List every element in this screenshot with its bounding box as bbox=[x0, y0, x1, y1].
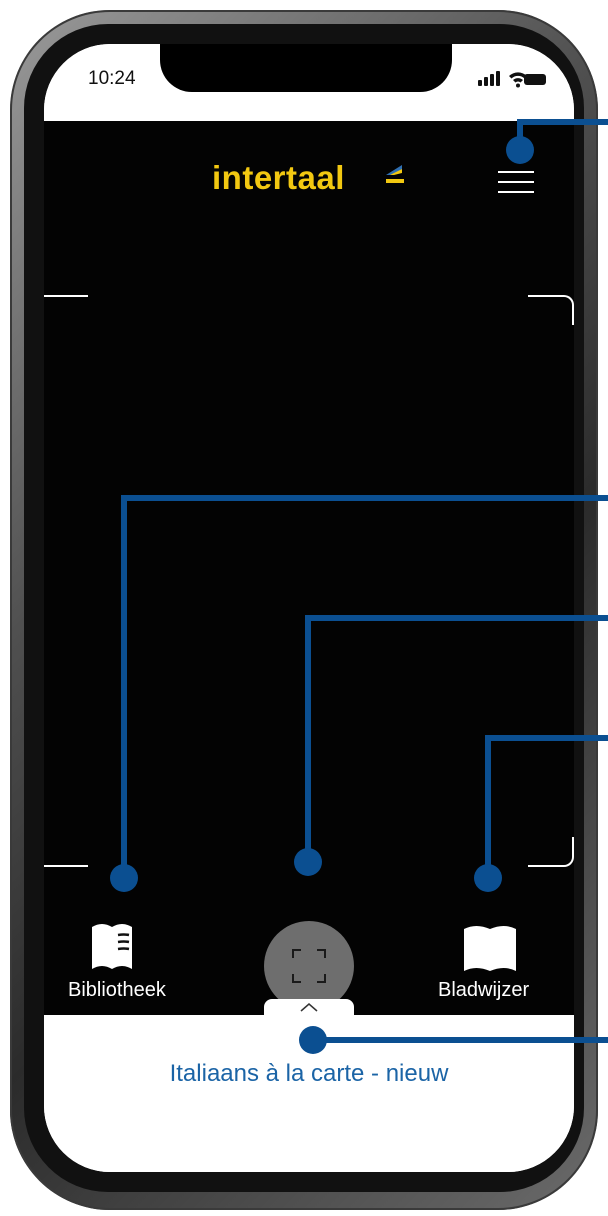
chevron-up-icon bbox=[300, 1003, 318, 1012]
bookmark-button[interactable]: Bladwijzer bbox=[432, 921, 562, 1011]
camera-viewfinder: intertaal Bibliotheek Bladwijzer bbox=[44, 121, 574, 1015]
phone-notch bbox=[160, 44, 452, 92]
status-time: 10:24 bbox=[88, 68, 136, 89]
battery-icon bbox=[524, 74, 546, 85]
scan-corner-top-right bbox=[528, 295, 574, 325]
logo-mark-icon bbox=[386, 165, 404, 183]
selected-book-title[interactable]: Italiaans à la carte - nieuw bbox=[44, 1060, 574, 1088]
scan-button[interactable] bbox=[264, 921, 354, 1011]
scan-corner-bottom-left bbox=[44, 837, 88, 867]
hamburger-menu-icon[interactable] bbox=[496, 161, 536, 201]
status-bar: 10:24 bbox=[44, 44, 574, 121]
library-label: Bibliotheek bbox=[68, 979, 166, 1001]
bookmark-label: Bladwijzer bbox=[438, 979, 530, 1001]
scan-frame-icon bbox=[292, 949, 326, 983]
bottom-sheet: Italiaans à la carte - nieuw bbox=[44, 999, 574, 1172]
sheet-handle[interactable] bbox=[264, 999, 354, 1017]
scan-corner-bottom-right bbox=[528, 837, 574, 867]
book-icon bbox=[92, 924, 132, 969]
scan-corner-top-left bbox=[44, 295, 88, 325]
app-screen: 10:24 intertaal Bibliotheek Bladwijzer I… bbox=[44, 44, 574, 1172]
intertaal-logo: intertaal bbox=[212, 159, 345, 196]
status-icons bbox=[478, 70, 546, 88]
library-button[interactable]: Bibliotheek bbox=[60, 921, 184, 1011]
bookmark-icon bbox=[464, 926, 516, 971]
